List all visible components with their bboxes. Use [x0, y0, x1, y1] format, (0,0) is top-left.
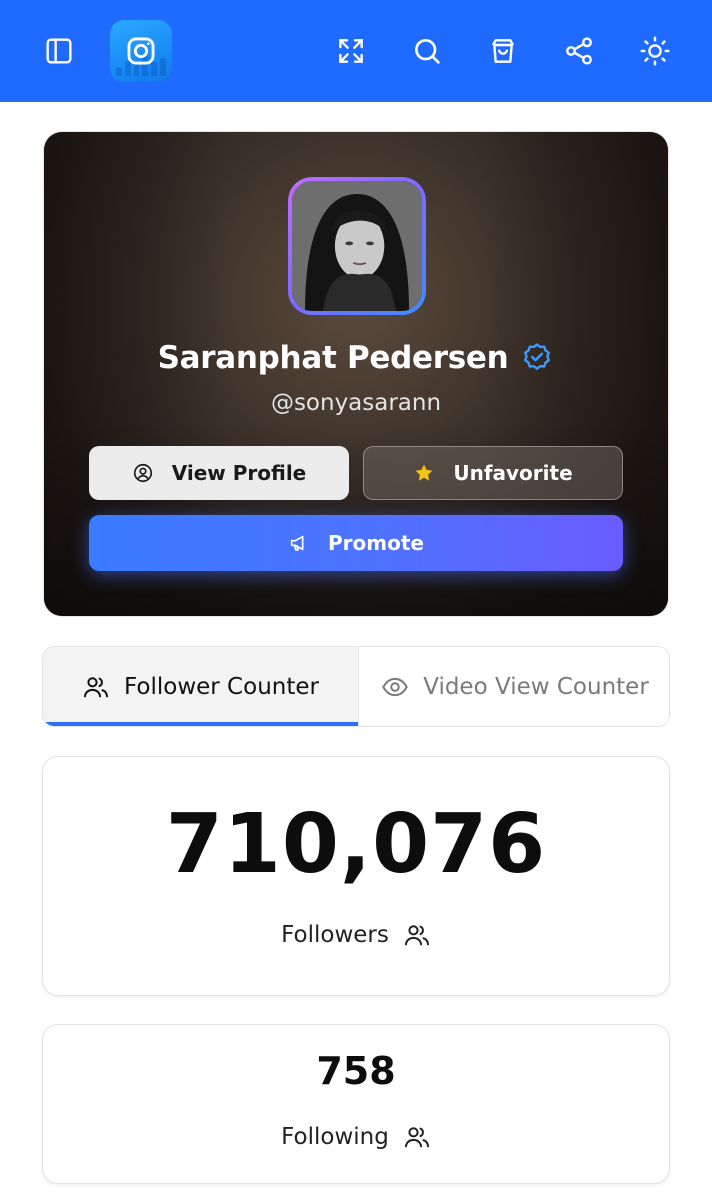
megaphone-icon — [290, 535, 304, 551]
following-count: 758 — [316, 1049, 396, 1093]
unfavorite-label: Unfavorite — [453, 461, 573, 485]
search-icon[interactable] — [402, 26, 452, 76]
users-icon — [404, 925, 429, 946]
avatar-image — [292, 181, 422, 311]
users-icon — [404, 1127, 429, 1148]
following-label-row: Following — [43, 1123, 669, 1151]
followers-label-row: Followers — [43, 921, 669, 949]
tab-follower-counter-label: Follower Counter — [124, 673, 319, 700]
view-profile-label: View Profile — [171, 461, 307, 485]
theme-sun-icon[interactable] — [630, 26, 680, 76]
profile-name-row: Saranphat Pedersen — [44, 340, 668, 376]
promote-button[interactable]: Promote — [89, 515, 623, 571]
verified-badge-icon — [524, 343, 551, 370]
tab-follower-counter[interactable]: Follower Counter — [43, 647, 358, 726]
avatar[interactable] — [288, 177, 426, 315]
star-icon — [416, 464, 433, 481]
profile-handle: @sonyasarann — [270, 390, 442, 416]
unfavorite-button[interactable]: Unfavorite — [363, 446, 623, 500]
tab-video-view-counter[interactable]: Video View Counter — [358, 647, 669, 726]
top-app-bar — [0, 0, 712, 102]
user-circle-icon — [133, 463, 152, 483]
followers-card: 710,076 Followers — [42, 756, 670, 996]
profile-card: Saranphat Pedersen @sonyasarann View Pro… — [44, 132, 668, 616]
view-profile-button[interactable]: View Profile — [89, 446, 349, 500]
tab-video-view-counter-label: Video View Counter — [423, 673, 649, 700]
followers-label: Followers — [281, 922, 389, 948]
following-card: 758 Following — [42, 1024, 670, 1184]
counter-tabs: Follower Counter Video View Counter — [42, 646, 670, 727]
shopping-bag-icon[interactable] — [478, 26, 528, 76]
share-icon[interactable] — [554, 26, 604, 76]
followers-count: 710,076 — [165, 797, 547, 892]
promote-label: Promote — [328, 531, 424, 555]
instagram-logo-icon[interactable] — [110, 20, 172, 82]
users-icon — [83, 676, 109, 697]
fullscreen-icon[interactable] — [326, 26, 376, 76]
profile-name: Saranphat Pedersen — [157, 340, 509, 376]
sidebar-toggle-icon[interactable] — [34, 26, 84, 76]
following-label: Following — [281, 1124, 389, 1150]
eye-icon — [382, 677, 409, 696]
